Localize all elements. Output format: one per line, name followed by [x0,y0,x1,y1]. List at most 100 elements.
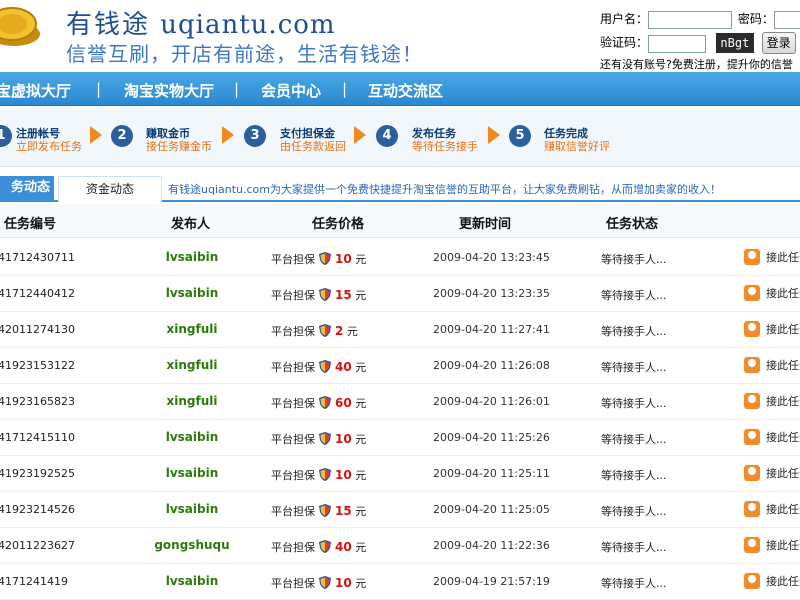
username-input[interactable] [648,11,733,29]
site-title[interactable]: 有钱途 uqiantu.com [66,4,336,41]
publisher-name[interactable]: lvsaibin [132,574,252,588]
publisher-name[interactable]: lvsaibin [132,250,252,264]
accept-task-button[interactable]: 接此任务 [744,429,800,445]
task-price: 平台担保 10 元 [271,251,366,267]
nav-item-virtual-hall[interactable]: 宝虚拟大厅 [0,80,71,101]
accept-task-button[interactable]: 接此任务 [744,537,800,553]
guarantee-shield-icon [319,360,331,373]
table-row: 42011223627 gongshuqu 平台担保 40 元 2009-04-20 1… [0,528,800,564]
publisher-name[interactable]: xingfuli [132,322,252,336]
update-time: 2009-04-20 13:23:45 [433,251,550,264]
accept-task-button[interactable]: 接此任务 [744,573,800,589]
status-text: 等待接手人... [601,289,667,302]
nav-item-community[interactable]: 互动交流区 [368,80,443,101]
publisher-name[interactable]: lvsaibin [132,286,252,300]
price-value: 2 [335,324,344,338]
price-value: 60 [335,396,352,410]
guarantee-label: 平台担保 [271,289,315,302]
task-id[interactable]: 42011274130 [0,323,75,336]
user-icon [744,465,760,481]
accept-task-button[interactable]: 接此任务 [744,357,800,373]
status-text: 等待接手人... [601,577,667,590]
step-arrow-icon [222,126,234,144]
publisher-name[interactable]: xingfuli [132,358,252,372]
task-id[interactable]: 41923153122 [0,359,75,372]
price-unit: 元 [355,289,367,302]
guarantee-label: 平台担保 [271,433,315,446]
guarantee-label: 平台担保 [271,325,315,338]
login-button[interactable]: 登录 [761,32,796,54]
captcha-input[interactable] [648,34,707,53]
accept-task-label: 接此任务 [766,395,800,408]
price-value: 15 [335,504,352,518]
password-input[interactable] [773,11,800,29]
accept-task-button[interactable]: 接此任务 [744,285,800,301]
accept-task-button[interactable]: 接此任务 [744,321,800,337]
accept-task-label: 接此任务 [766,539,800,552]
column-header-task-id: 任务编号 [4,217,57,232]
task-id[interactable]: 41923192525 [0,467,75,480]
update-time: 2009-04-20 11:26:01 [433,395,550,408]
table-row: 41923214526 lvsaibin 平台担保 15 元 2009-04-20 11… [0,492,800,528]
task-id[interactable]: 4171241419 [0,575,68,588]
guarantee-label: 平台担保 [271,397,315,410]
price-value: 10 [335,576,352,590]
guarantee-label: 平台担保 [271,361,315,374]
accept-task-label: 接此任务 [766,287,800,300]
step-number: 1 [0,125,12,147]
user-icon [744,537,760,553]
tab-task-feed[interactable]: 务动态 [0,176,54,202]
accept-task-button[interactable]: 接此任务 [744,393,800,409]
register-link[interactable]: 还有没有账号?免费注册，提升你的信誉 [600,56,793,72]
guarantee-label: 平台担保 [271,541,315,554]
task-id[interactable]: 41712430711 [0,251,75,264]
guarantee-label: 平台担保 [271,505,315,518]
guarantee-shield-icon [319,540,331,553]
status-text: 等待接手人... [601,253,667,266]
guarantee-shield-icon [319,396,331,409]
table-row: 41712415110 lvsaibin 平台担保 10 元 2009-04-20 11… [0,420,800,456]
table-row: 41712430711 lvsaibin 平台担保 10 元 2009-04-20 13… [0,240,800,276]
tab-fund-feed[interactable]: 资金动态 [58,176,162,202]
task-id[interactable]: 41923214526 [0,503,75,516]
brand-name: 有钱途 [66,10,151,40]
status-text: 等待接手人... [601,361,667,374]
step-number: 2 [111,125,133,147]
task-id[interactable]: 41923165823 [0,395,75,408]
publisher-name[interactable]: lvsaibin [132,466,252,480]
guarantee-shield-icon [319,324,331,337]
publisher-name[interactable]: xingfuli [132,394,252,408]
tab-bar: 务动态 资金动态 有钱途uqiantu.com为大家提供一个免费快捷提升淘宝信誉… [0,176,800,202]
price-unit: 元 [346,325,358,338]
guarantee-shield-icon [319,288,331,301]
publisher-name[interactable]: lvsaibin [132,502,252,516]
price-unit: 元 [355,433,367,446]
step-subtitle: 立即发布任务 [16,140,82,153]
task-id[interactable]: 41712415110 [0,431,75,444]
gold-coin-logo-icon [0,0,44,50]
user-icon [744,573,760,589]
task-id[interactable]: 42011223627 [0,539,75,552]
column-header-price: 任务价格 [312,217,365,232]
user-icon [744,285,760,301]
update-time: 2009-04-20 11:22:36 [433,539,550,552]
nav-item-member-center[interactable]: 会员中心 [261,80,321,101]
accept-task-label: 接此任务 [766,431,800,444]
brand-domain: uqiantu.com [160,10,336,40]
guarantee-label: 平台担保 [271,469,315,482]
publisher-name[interactable]: lvsaibin [132,430,252,444]
task-price: 平台担保 40 元 [271,539,366,555]
nav-item-physical-hall[interactable]: 淘宝实物大厅 [124,80,214,101]
captcha-image[interactable]: nBgt [715,33,754,53]
nav-separator: | [234,80,240,98]
accept-task-button[interactable]: 接此任务 [744,465,800,481]
user-icon [744,393,760,409]
guarantee-shield-icon [319,504,331,517]
task-price: 平台担保 60 元 [271,395,366,411]
accept-task-button[interactable]: 接此任务 [744,249,800,265]
task-id[interactable]: 41712440412 [0,287,75,300]
table-header: 任务编号 发布人 任务价格 更新时间 任务状态 [0,204,800,238]
accept-task-button[interactable]: 接此任务 [744,501,800,517]
publisher-name[interactable]: gongshuqu [132,538,252,552]
step-number: 5 [509,125,531,147]
